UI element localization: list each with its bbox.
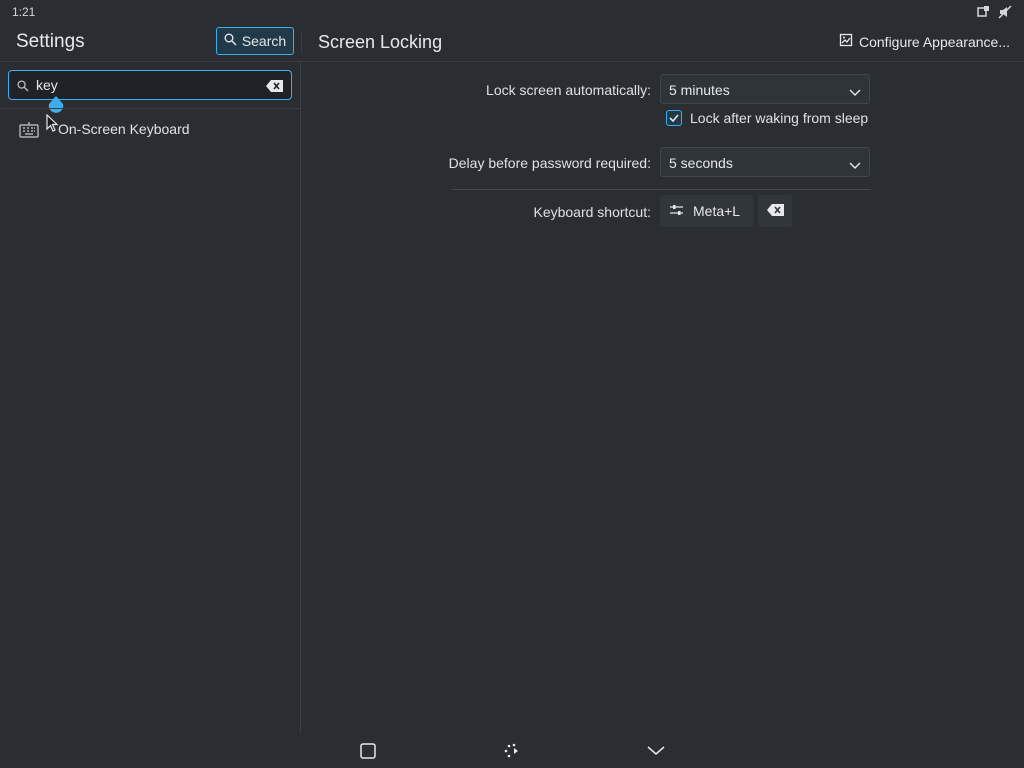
delay-label: Delay before password required: — [448, 155, 651, 171]
chevron-down-icon — [849, 157, 861, 173]
sidebar: On-Screen Keyboard — [0, 62, 301, 732]
sliders-icon — [670, 203, 683, 219]
lock-after-sleep-option[interactable]: Lock after waking from sleep — [666, 110, 868, 126]
delay-dropdown[interactable]: 5 seconds — [660, 147, 870, 177]
configure-icon — [839, 33, 853, 50]
configure-appearance-label: Configure Appearance... — [859, 33, 1010, 50]
navigation-bar — [0, 732, 1024, 768]
search-icon — [224, 33, 237, 49]
configure-appearance-button[interactable]: Configure Appearance... — [839, 33, 1010, 50]
header-divider — [301, 32, 302, 54]
search-button-label: Search — [241, 33, 287, 49]
notification-icon[interactable] — [976, 5, 990, 19]
lock-auto-dropdown[interactable]: 5 minutes — [660, 74, 870, 104]
delay-value: 5 seconds — [669, 155, 733, 171]
clock: 1:21 — [12, 5, 36, 19]
list-item-label: On-Screen Keyboard — [58, 121, 190, 137]
status-icons — [976, 5, 1012, 19]
chevron-down-icon — [849, 84, 861, 100]
shortcut-value: Meta+L — [693, 203, 741, 219]
clear-icon — [766, 203, 784, 219]
mouse-pointer-icon — [46, 113, 60, 137]
clear-search-icon[interactable] — [266, 79, 283, 95]
volume-muted-icon[interactable] — [998, 5, 1012, 19]
search-button[interactable]: Search — [216, 27, 294, 55]
keyboard-shortcut-button[interactable]: Meta+L — [660, 195, 753, 227]
sidebar-divider — [0, 108, 300, 109]
list-item[interactable]: On-Screen Keyboard — [0, 118, 300, 142]
page-title: Screen Locking — [318, 32, 443, 52]
home-icon[interactable] — [501, 740, 523, 762]
form-divider — [452, 189, 871, 190]
search-icon — [17, 79, 29, 95]
lock-auto-label: Lock screen automatically: — [486, 82, 651, 98]
app-title: Settings — [16, 31, 85, 52]
shortcut-label: Keyboard shortcut: — [533, 204, 651, 220]
task-switcher-icon[interactable] — [357, 740, 379, 762]
header: Settings Search Screen Locking Configure… — [0, 24, 1024, 62]
lock-after-sleep-checkbox[interactable] — [666, 110, 682, 126]
search-input[interactable] — [36, 75, 256, 95]
hide-keyboard-icon[interactable] — [645, 740, 667, 762]
status-bar: 1:21 — [0, 0, 1024, 24]
text-cursor-handle[interactable] — [47, 96, 65, 114]
lock-after-sleep-label: Lock after waking from sleep — [690, 110, 869, 126]
clear-shortcut-button[interactable] — [758, 195, 792, 227]
lock-auto-value: 5 minutes — [669, 82, 730, 98]
keyboard-icon — [19, 121, 39, 142]
